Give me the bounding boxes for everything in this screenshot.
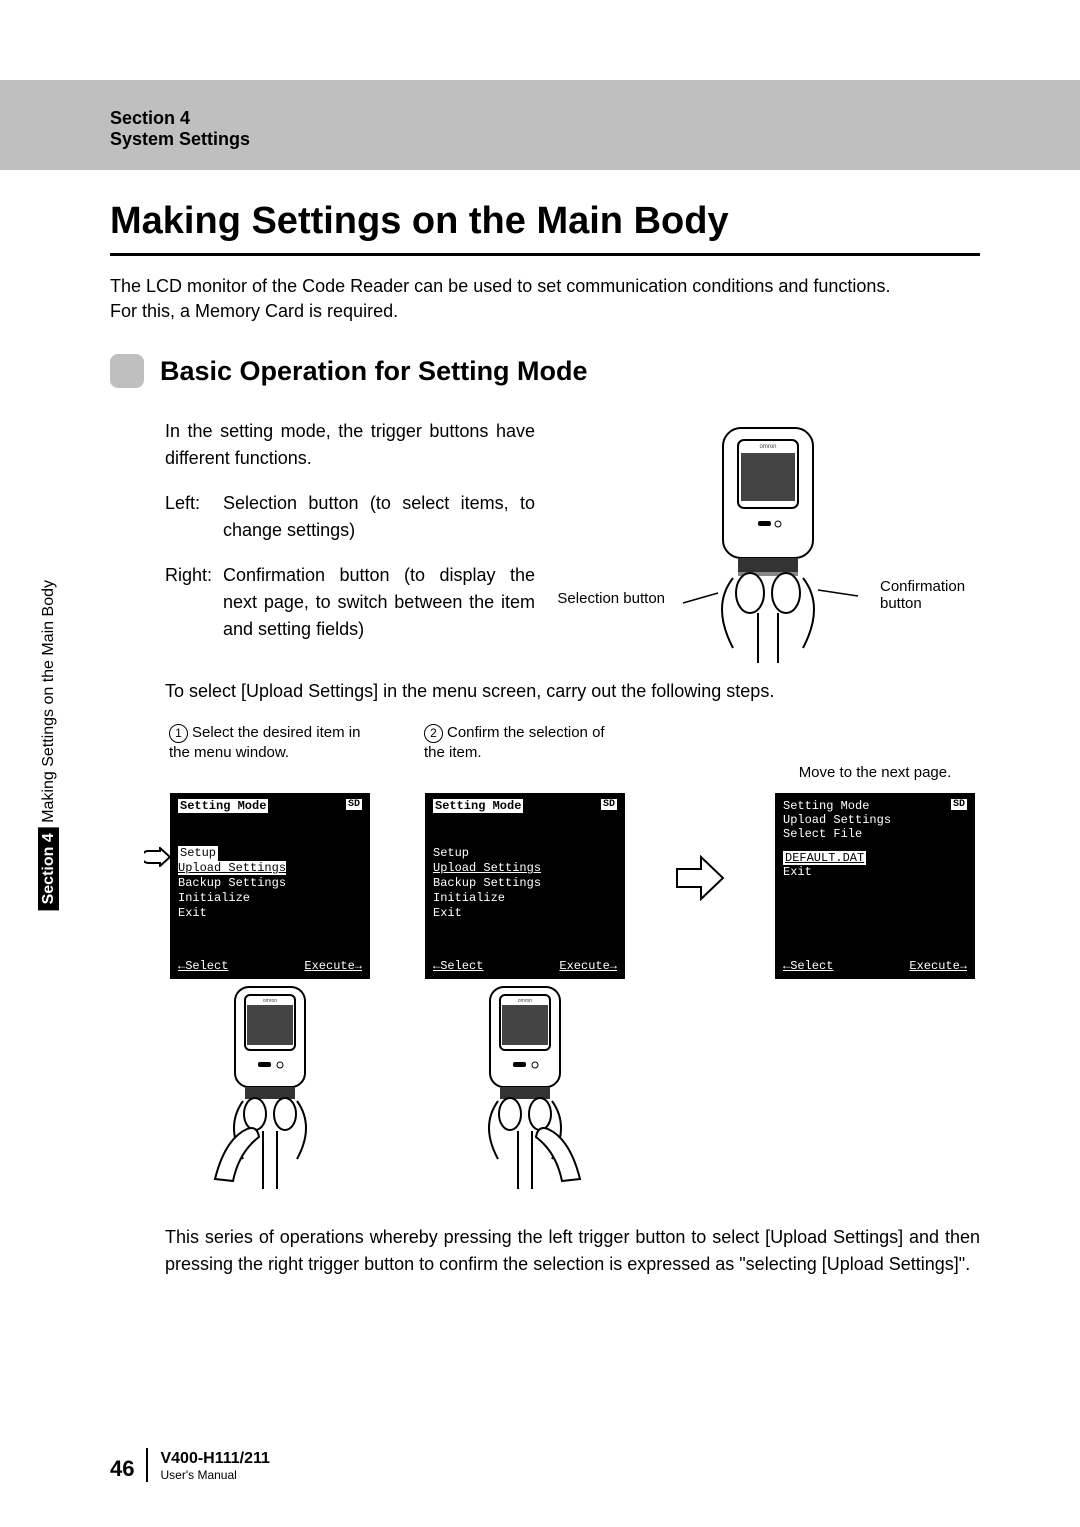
sd-badge-3: SD xyxy=(951,799,967,810)
subheading-bullet-icon xyxy=(110,354,144,388)
lcd1-title: Setting Mode xyxy=(178,799,268,813)
lcd2-title: Setting Mode xyxy=(433,799,523,813)
sd-badge: SD xyxy=(346,799,362,810)
step-1: 1Select the desired item in the menu win… xyxy=(165,723,375,1199)
confirmation-button-label: Confirmation button xyxy=(880,578,990,612)
lcd3-exit: Exit xyxy=(783,865,812,879)
lcd2-setup: Setup xyxy=(433,846,469,860)
model-number: V400-H111/211 xyxy=(160,1450,269,1468)
lead-paragraph: In the setting mode, the trigger buttons… xyxy=(165,418,535,472)
right-desc: Confirmation button (to display the next… xyxy=(223,562,535,643)
step-1-caption: 1Select the desired item in the menu win… xyxy=(165,723,375,785)
side-tab-section: Section 4 xyxy=(38,827,59,910)
lcd1-execute: Execute→ xyxy=(304,959,362,973)
lcd2-upload: Upload Settings xyxy=(433,861,541,875)
lcd1-backup: Backup Settings xyxy=(178,876,286,890)
lcd2-backup: Backup Settings xyxy=(433,876,541,890)
mode-description: In the setting mode, the trigger buttons… xyxy=(165,418,535,643)
section-title: System Settings xyxy=(110,129,980,150)
lcd3-execute: Execute→ xyxy=(909,959,967,973)
lcd3-default-file: DEFAULT.DAT xyxy=(783,851,866,865)
select-instruction: To select [Upload Settings] in the menu … xyxy=(165,678,980,705)
lcd-screen-2: Setting Mode SD Setup Upload Settings Ba… xyxy=(425,793,625,979)
code-reader-icon: omron xyxy=(603,418,943,668)
subheading-row: Basic Operation for Setting Mode xyxy=(110,354,980,388)
intro-line1: The LCD monitor of the Code Reader can b… xyxy=(110,276,890,296)
selection-button-label: Selection button xyxy=(545,590,665,607)
section-number: Section 4 xyxy=(110,108,980,129)
section-header: Section 4 System Settings xyxy=(0,80,1080,170)
step-2-number: 2 xyxy=(424,724,443,743)
cursor-arrow-icon xyxy=(144,847,172,867)
lcd1-upload-highlight: Upload Settings xyxy=(178,861,286,875)
page-title: Making Settings on the Main Body xyxy=(110,200,980,256)
lcd2-execute: Execute→ xyxy=(559,959,617,973)
side-tab-title: Making Settings on the Main Body xyxy=(40,580,57,827)
steps-figure: 1Select the desired item in the menu win… xyxy=(165,723,980,1199)
subheading: Basic Operation for Setting Mode xyxy=(160,356,588,387)
lcd-screen-3: Setting Mode SD Upload Settings Select F… xyxy=(775,793,975,979)
svg-text:omron: omron xyxy=(263,998,277,1004)
lcd2-exit: Exit xyxy=(433,906,462,920)
footer-divider xyxy=(146,1448,148,1482)
lcd-screen-1: Setting Mode SD Setup Upload Settings Ba… xyxy=(170,793,370,979)
manual-label: User's Manual xyxy=(160,1468,269,1482)
intro-text: The LCD monitor of the Code Reader can b… xyxy=(110,274,980,324)
arrow-between xyxy=(675,785,725,971)
lcd2-select: ←Select xyxy=(433,959,483,973)
step-1-number: 1 xyxy=(169,724,188,743)
svg-text:omron: omron xyxy=(518,998,532,1004)
lcd1-select: ←Select xyxy=(178,959,228,973)
step-3: Move to the next page. Setting Mode SD U… xyxy=(770,723,980,979)
right-arrow-icon xyxy=(675,855,725,901)
lcd1-exit: Exit xyxy=(178,906,207,920)
left-label: Left: xyxy=(165,490,223,544)
reader-icon-step2: omron xyxy=(450,979,600,1199)
reader-icon-step1: omron xyxy=(195,979,345,1199)
right-label: Right: xyxy=(165,562,223,643)
device-figure: omron S xyxy=(565,418,980,668)
sd-badge-2: SD xyxy=(601,799,617,810)
lcd3-bc3: Select File xyxy=(783,827,862,841)
page-footer: 46 V400-H111/211 User's Manual xyxy=(110,1448,270,1482)
closing-paragraph: This series of operations whereby pressi… xyxy=(165,1224,980,1278)
lcd3-bc1: Setting Mode xyxy=(783,799,869,813)
lcd3-bc2: Upload Settings xyxy=(783,813,891,827)
page-number: 46 xyxy=(110,1456,134,1482)
step-3-caption: Move to the next page. xyxy=(795,723,956,785)
lcd2-init: Initialize xyxy=(433,891,505,905)
left-desc: Selection button (to select items, to ch… xyxy=(223,490,535,544)
intro-line2: For this, a Memory Card is required. xyxy=(110,301,398,321)
lcd1-init: Initialize xyxy=(178,891,250,905)
side-tab: Section 4 Making Settings on the Main Bo… xyxy=(40,580,58,910)
lcd1-setup: Setup xyxy=(178,846,218,861)
step-2: 2Confirm the selection of the item. Sett… xyxy=(420,723,630,1199)
step-2-caption: 2Confirm the selection of the item. xyxy=(420,723,630,785)
lcd3-select: ←Select xyxy=(783,959,833,973)
svg-text:omron: omron xyxy=(759,444,776,450)
